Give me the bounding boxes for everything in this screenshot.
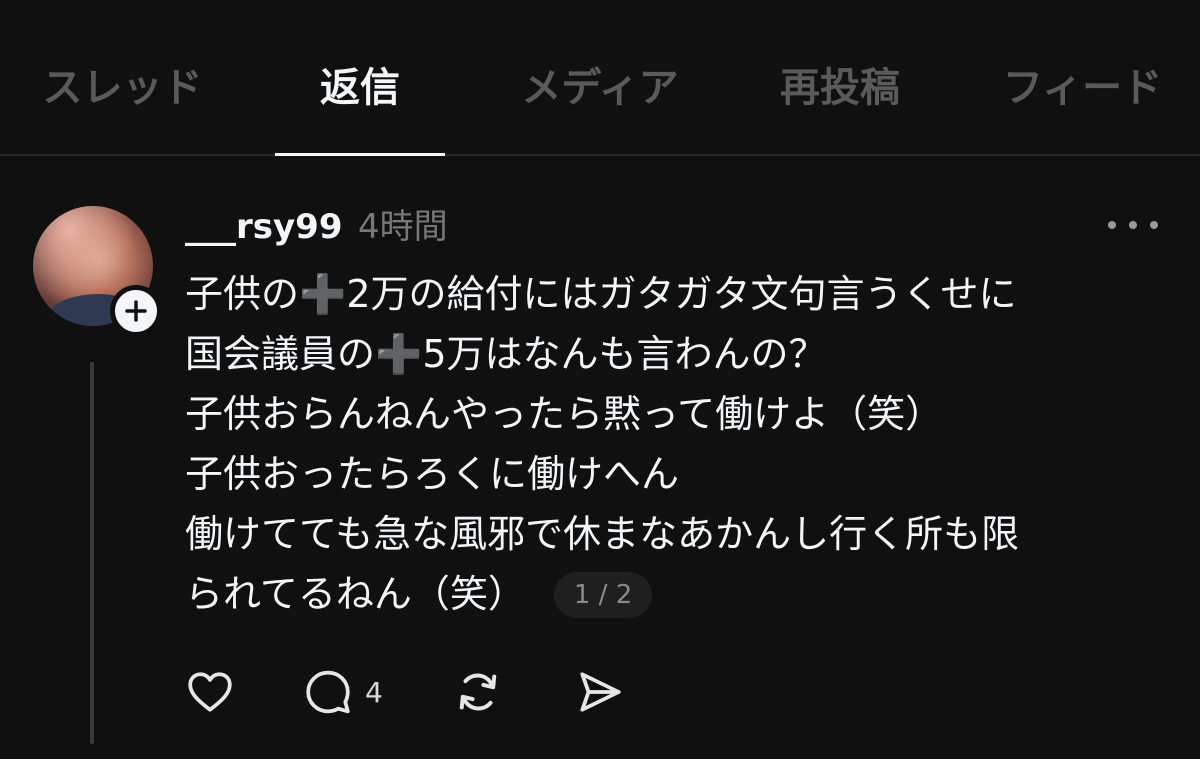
more-dot-icon xyxy=(1129,221,1137,229)
post-line-text: られてるねん（笑） xyxy=(185,572,526,616)
active-tab-indicator xyxy=(275,153,445,156)
tab-replies[interactable]: 返信 xyxy=(275,60,445,116)
plus-icon xyxy=(125,300,147,322)
reply-button[interactable]: 4 xyxy=(303,664,383,720)
post-username[interactable]: ___rsy99 xyxy=(185,204,342,250)
comment-icon xyxy=(306,670,350,714)
tab-media[interactable]: メディア xyxy=(500,60,700,116)
send-icon xyxy=(580,672,621,712)
like-button[interactable] xyxy=(185,664,235,720)
reply-count: 4 xyxy=(365,675,383,709)
page-indicator: 1 / 2 xyxy=(553,572,653,618)
post-line: 国会議員の➕5万はなんも言わんの？ xyxy=(185,332,827,376)
post-body: 子供の➕2万の給付にはガタガタ文句言うくせに 国会議員の➕5万はなんも言わんの？… xyxy=(185,264,1175,624)
tab-feeds[interactable]: フィード xyxy=(990,60,1175,116)
tab-reposts[interactable]: 再投稿 xyxy=(755,60,925,116)
post-line: 子供の➕2万の給付にはガタガタ文句言うくせに xyxy=(185,272,1017,316)
post-line: 働けてても急な風邪で休まなあかんし行く所も限 xyxy=(185,512,1020,556)
post-timestamp: 4時間 xyxy=(358,207,448,247)
tab-threads[interactable]: スレッド xyxy=(20,60,225,116)
repost-icon xyxy=(459,673,497,711)
more-options-button[interactable] xyxy=(1108,210,1158,240)
repost-button[interactable] xyxy=(453,664,503,720)
more-dot-icon xyxy=(1150,221,1158,229)
post-line: 子供おらんねんやったら黙って働けよ（笑） xyxy=(185,392,944,436)
heart-icon xyxy=(188,672,232,712)
thread-connector-line xyxy=(90,362,94,744)
profile-tabs: スレッド 返信 メディア 再投稿 フィード xyxy=(0,0,1200,156)
post-line: られてるねん（笑） 1 / 2 xyxy=(185,564,1175,624)
share-button[interactable] xyxy=(575,664,625,720)
more-dot-icon xyxy=(1108,221,1116,229)
post-line: 子供おったらろくに働けへん xyxy=(185,452,680,496)
follow-button[interactable] xyxy=(110,285,162,337)
